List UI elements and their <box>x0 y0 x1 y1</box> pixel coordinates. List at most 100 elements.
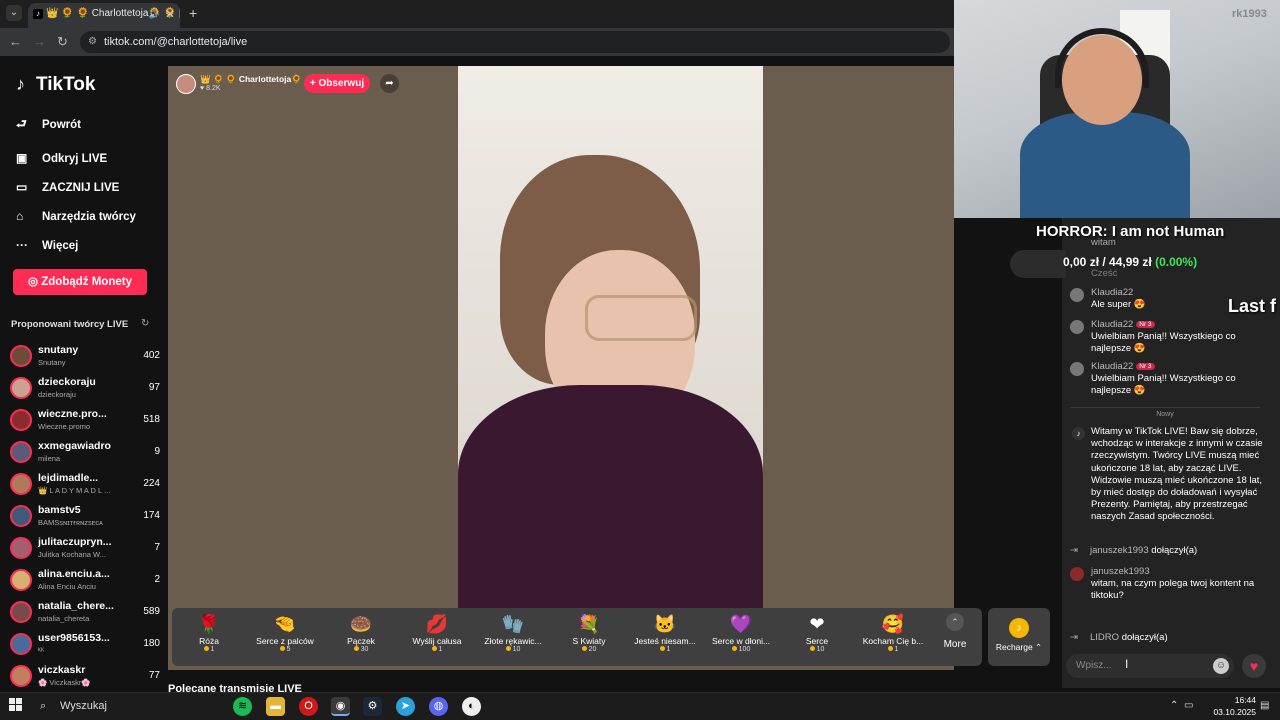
creator-avatar <box>10 409 32 431</box>
steam-icon[interactable]: ⚙ <box>363 697 382 716</box>
reload-icon[interactable]: ↻ <box>57 34 68 50</box>
gift-item[interactable]: 💋 Wyślij całusa 1 <box>399 612 475 664</box>
gift-item[interactable]: 🤏 Serce z palców 5 <box>247 612 323 664</box>
chat-input[interactable]: Wpisz... <box>1066 654 1234 678</box>
suggested-creator[interactable]: wieczne.pro... Wieczne.promo 518 <box>10 405 160 435</box>
back-circle-icon: ⮐ <box>16 117 27 131</box>
address-bar[interactable]: ⚙ tiktok.com/@charlottetoja/live <box>80 31 950 53</box>
chat-username[interactable]: Klaudia22 <box>1091 287 1133 298</box>
spotify-icon[interactable]: ≋ <box>233 697 252 716</box>
gift-icon: 🧤 <box>501 614 525 634</box>
new-tab-button[interactable]: + <box>189 5 197 21</box>
gift-item[interactable]: 🐱 Jesteś niesam... 1 <box>627 612 703 664</box>
recharge-button[interactable]: ♪ Recharge ⌃ <box>988 608 1050 666</box>
gift-name: Serce z palców <box>256 636 314 646</box>
join-user[interactable]: LIDRO <box>1090 632 1119 643</box>
suggested-creator[interactable]: xxmegawiadro milena 9 <box>10 437 160 467</box>
back-arrow-icon[interactable]: ← <box>9 34 22 49</box>
more-gifts-button[interactable]: ⌃ More <box>936 612 974 662</box>
user-avatar[interactable] <box>1070 288 1084 302</box>
coin-icon <box>279 646 285 651</box>
gift-item[interactable]: 🥰 Kocham Cię b... 1 <box>855 612 931 664</box>
creator-subtitle: Alina Enciu Anciu <box>38 582 96 591</box>
like-heart-button[interactable]: ♥ <box>1242 654 1266 678</box>
creator-avatar <box>10 345 32 367</box>
suggested-creator[interactable]: bamstv5 BAMSsɴɪᴛғʀɴᴢsᴇᴄᴀ 174 <box>10 501 160 531</box>
gift-item[interactable]: 🍩 Pączek 30 <box>323 612 399 664</box>
coins-label: Zdobądź Monety <box>41 276 132 288</box>
tiktok-logo[interactable]: ♪ TikTok <box>16 74 95 96</box>
host-name[interactable]: 👑 🌻 🌻 Charlottetoja🌻 ... <box>200 74 311 85</box>
clock[interactable]: 16:44 03.10.2025 <box>1196 694 1256 718</box>
join-user[interactable]: januszek1993 <box>1090 545 1149 556</box>
enter-icon: ⇥ <box>1070 545 1078 556</box>
file-explorer-icon[interactable]: ▬ <box>266 697 285 716</box>
suggested-creator[interactable]: natalia_chere... natalia_chereta 589 <box>10 597 160 627</box>
forward-arrow-icon[interactable]: → <box>33 34 46 49</box>
gift-item[interactable]: 💜 Serce w dłoni... 100 <box>703 612 779 664</box>
chat-username[interactable]: Klaudia22 Nr 3 <box>1091 319 1155 330</box>
gift-icon: ❤ <box>809 614 825 634</box>
suggested-creator[interactable]: dzieckoraju dzieckoraju 97 <box>10 373 160 403</box>
suggested-creator[interactable]: lejdimadle... 👑 L A D Y M A D L ... 224 <box>10 469 160 499</box>
nav-start-live[interactable]: ▭ ZACZNIJ LIVE <box>16 180 119 194</box>
gift-price: 5 <box>247 646 323 653</box>
speaker-icon[interactable]: 🔊 <box>149 3 160 25</box>
user-avatar[interactable] <box>1070 362 1084 376</box>
chrome-icon[interactable]: ◉ <box>331 697 350 716</box>
taskbar-search[interactable]: ⌕ Wyszukaj <box>32 696 222 717</box>
nav-creator-tools[interactable]: ⌂ Narzędzia twórcy <box>16 209 136 223</box>
viewer-count: 7 <box>154 542 160 553</box>
suggested-header: Proponowani twórcy LIVE <box>11 319 129 330</box>
coin-icon <box>887 646 893 651</box>
nav-label: Więcej <box>42 240 79 252</box>
gift-price-value: 1 <box>894 646 899 653</box>
follow-button[interactable]: + Obserwuj <box>304 74 370 93</box>
chat-username[interactable]: Klaudia22 Nr 3 <box>1091 361 1155 372</box>
share-icon[interactable]: ➦ <box>380 74 399 93</box>
chat-username[interactable]: januszek1993 <box>1091 566 1150 577</box>
cam-watermark: rk1993 <box>1232 8 1267 20</box>
get-coins-button[interactable]: ◎ Zdobądź Monety <box>13 269 147 295</box>
refresh-icon[interactable]: ↻ <box>141 318 149 329</box>
opera-icon[interactable]: O <box>299 697 318 716</box>
search-icon: ⌕ <box>40 700 47 712</box>
obs-icon[interactable]: ◐ <box>462 697 481 716</box>
user-avatar[interactable] <box>1070 320 1084 334</box>
notification-icon[interactable]: ▤ <box>1260 700 1269 711</box>
gift-item[interactable]: 🧤 Złote rękawic... 10 <box>475 612 551 664</box>
creator-name: natalia_chere... <box>38 600 114 612</box>
windows-start-icon[interactable] <box>9 698 23 712</box>
emoji-icon[interactable]: ☺ <box>1213 658 1229 674</box>
suggested-creator[interactable]: user9856153... ᴷᴷ 180 <box>10 629 160 659</box>
suggested-creator[interactable]: viczkaskr 🌸 Viczkaskr🌸 77 <box>10 661 160 691</box>
chevron-up-icon: ⌃ <box>946 613 964 631</box>
gift-item[interactable]: ❤ Serce 10 <box>779 612 855 664</box>
network-icon[interactable]: ▭ <box>1184 700 1193 711</box>
gift-price: 1 <box>399 646 475 653</box>
discord-icon[interactable]: ◍ <box>429 697 448 716</box>
suggested-creator[interactable]: snutany Snutany 402 <box>10 341 160 371</box>
chat-text: Uwielbiam Panią!! Wszystkiego co najleps… <box>1091 373 1236 396</box>
gift-item[interactable]: 💐 S Kwiaty 20 <box>551 612 627 664</box>
back-link[interactable]: ⮐ Powrót <box>16 115 81 136</box>
host-avatar[interactable] <box>176 74 196 94</box>
creator-subtitle: BAMSsɴɪᴛғʀɴᴢsᴇᴄᴀ <box>38 518 103 527</box>
nav-more[interactable]: ··· Więcej <box>16 238 78 252</box>
nav-discover-live[interactable]: ▣ Odkryj LIVE <box>16 151 107 165</box>
tab-search-button[interactable]: ⌄ <box>6 5 22 21</box>
tv-icon: ▣ <box>16 151 28 165</box>
site-info-icon[interactable]: ⚙ <box>88 31 97 53</box>
suggested-creator[interactable]: julitaczupryn... Julitka Kochana W... 7 <box>10 533 160 563</box>
gift-name: Kocham Cię b... <box>862 636 924 646</box>
user-avatar[interactable] <box>1070 567 1084 581</box>
suggested-creator[interactable]: alina.enciu.a... Alina Enciu Anciu 2 <box>10 565 160 595</box>
close-tab-button[interactable]: ✕ <box>165 3 175 25</box>
browser-tab[interactable]: ♪ 👑 🌻 🌻 Charlottetoja🌻 🌻 | T 🔊 ✕ <box>28 3 180 28</box>
viewer-count: 97 <box>148 382 160 393</box>
telegram-icon[interactable]: ➤ <box>396 697 415 716</box>
gift-item[interactable]: 🌹 Róża 1 <box>171 612 247 664</box>
gift-icon: 🐱 <box>653 614 677 634</box>
gift-price-value: 5 <box>286 646 291 653</box>
tray-chevron-icon[interactable]: ⌃ <box>1170 700 1178 711</box>
